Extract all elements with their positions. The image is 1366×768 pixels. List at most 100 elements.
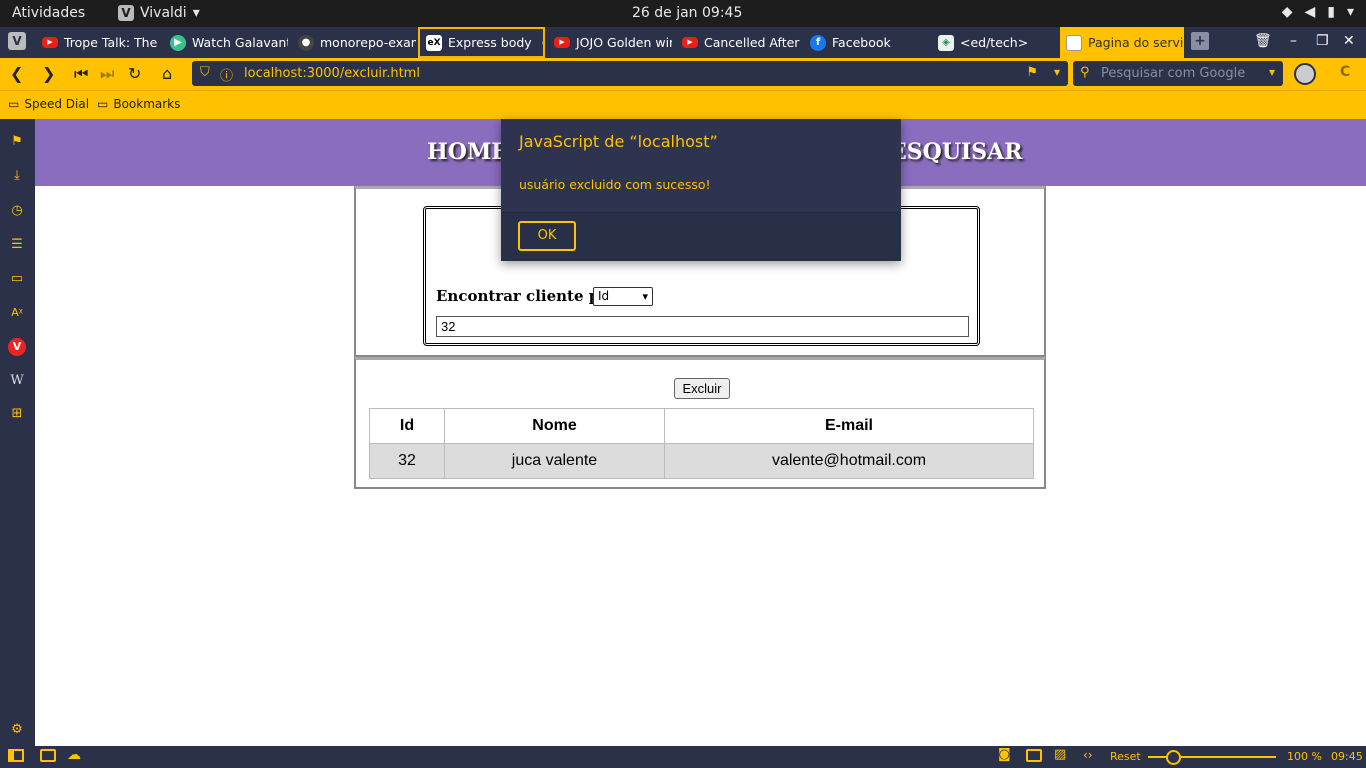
tab-facebook[interactable]: f Facebook	[804, 27, 928, 58]
tab-label: monorepo-examp	[320, 35, 416, 50]
bookmark-label: Bookmarks	[113, 97, 181, 111]
os-clock[interactable]: 26 de jan 09:45	[632, 5, 742, 21]
github-icon: ●	[298, 34, 314, 51]
url-field[interactable]: ⛉ ⓘ localhost:3000/excluir.html ⚑ ▾	[192, 61, 1068, 86]
dialog-footer: OK	[501, 212, 901, 261]
search-icon: ⚲	[1080, 65, 1090, 80]
zoom-slider-handle[interactable]	[1166, 750, 1181, 765]
wikipedia-icon[interactable]: W	[8, 372, 26, 390]
image-icon[interactable]: ▨	[1054, 747, 1066, 762]
bookmark-panel-icon[interactable]: ⚑	[8, 133, 26, 151]
tab-monorepo[interactable]: ● monorepo-examp	[292, 27, 416, 58]
forward-icon[interactable]: ❯	[42, 64, 55, 83]
zoom-reset-button[interactable]: Reset	[1110, 750, 1141, 763]
speed-dial-bookmark[interactable]: ▭ Speed Dial	[8, 97, 89, 111]
wifi-icon: ◆	[1281, 4, 1293, 20]
app-menu[interactable]: V Vivaldi ▾	[118, 5, 200, 21]
camera-icon[interactable]: ◙	[998, 747, 1011, 762]
download-icon[interactable]: ⤓	[8, 167, 26, 185]
volume-icon: ◀	[1304, 4, 1316, 20]
back-icon[interactable]: ❮	[10, 64, 23, 83]
activities-button[interactable]: Atividades	[12, 5, 85, 21]
find-value-input[interactable]: 32	[436, 316, 969, 337]
vivaldi-menu-icon[interactable]: V	[8, 32, 26, 50]
tab-trope-talk[interactable]: ▶ Trope Talk: The S	[36, 27, 160, 58]
nav-search-link[interactable]: ESQUISAR	[890, 139, 1023, 165]
shield-icon[interactable]: ⛉	[200, 65, 210, 80]
folder-icon: ▭	[97, 97, 109, 111]
tab-label: JOJO Golden win	[576, 35, 672, 50]
bookmark-icon[interactable]: ⚑	[1026, 65, 1038, 80]
cell-id: 32	[369, 443, 445, 479]
tab-jojo[interactable]: ▶ JOJO Golden win	[548, 27, 672, 58]
table-header-row: Id Nome E-mail	[369, 408, 1034, 444]
tab-galavant[interactable]: ▶ Watch Galavant -	[164, 27, 288, 58]
profile-avatar-icon[interactable]	[1294, 63, 1316, 85]
tab-pagina-servidor[interactable]: Pagina do servido	[1060, 27, 1184, 58]
tab-label: Facebook	[832, 35, 891, 50]
system-tray[interactable]: ◆ ◀ ▮ ▾	[1282, 4, 1354, 20]
alert-dialog: JavaScript de “localhost” usuário exclui…	[501, 119, 901, 261]
dialog-message: usuário excluido com sucesso!	[519, 177, 711, 192]
window-panel-icon[interactable]: ▭	[8, 270, 26, 288]
tab-label: Express body	[448, 35, 532, 50]
column-header-name: Nome	[444, 408, 665, 444]
panel-toggle-icon[interactable]	[8, 749, 24, 762]
side-panel: ⚑ ⤓ ◷ ☰ ▭ Aᵡ V W ⊞ ⚙	[0, 119, 35, 746]
notes-icon[interactable]: ☰	[8, 236, 26, 254]
bookmarks-folder[interactable]: ▭ Bookmarks	[97, 97, 180, 111]
delete-button[interactable]: Excluir	[674, 378, 730, 399]
tab-edtech[interactable]: ◈ <ed/tech>	[932, 27, 1056, 58]
vivaldi-panel-icon[interactable]: V	[8, 338, 26, 356]
cell-name: juca valente	[444, 443, 665, 479]
info-icon[interactable]: ⓘ	[220, 65, 233, 84]
url-path: :3000/excluir.html	[302, 66, 420, 81]
search-field[interactable]: ⚲ Pesquisar com Google ▾	[1073, 61, 1283, 86]
tab-label: Watch Galavant -	[192, 35, 288, 50]
page-icon	[1066, 34, 1082, 51]
tab-strip: V ▶ Trope Talk: The S ▶ Watch Galavant -…	[0, 27, 1366, 58]
chevron-down-icon[interactable]: ▾	[1054, 65, 1060, 79]
window-icon[interactable]	[1026, 749, 1042, 762]
tile-tabs-icon[interactable]	[40, 749, 56, 762]
status-bar: ☁ ◙ ▨ ‹› Reset 100 % 09:45	[0, 746, 1366, 768]
chevron-down-icon[interactable]: ▾	[1269, 65, 1275, 79]
new-tab-button[interactable]: +	[1191, 32, 1209, 50]
nav-home-link[interactable]: HOME	[427, 139, 508, 165]
address-bar: ❮ ❯ ⏮ ⏭ ↻ ⌂ ⛉ ⓘ localhost:3000/excluir.h…	[0, 58, 1366, 90]
youtube-icon: ▶	[42, 37, 58, 48]
trash-icon[interactable]: 🗑	[1254, 33, 1272, 49]
app-name: Vivaldi	[140, 5, 187, 21]
youtube-icon: ▶	[554, 37, 570, 48]
add-panel-icon[interactable]: ⊞	[8, 405, 26, 423]
vivaldi-icon: V	[118, 5, 134, 21]
history-icon[interactable]: ◷	[8, 202, 26, 220]
rewind-icon[interactable]: ⏮	[74, 64, 88, 84]
bookmarks-bar: ▭ Speed Dial ▭ Bookmarks	[0, 90, 1366, 119]
close-window-button[interactable]: ✕	[1343, 33, 1355, 49]
home-icon[interactable]: ⌂	[162, 64, 172, 83]
translate-icon[interactable]: Aᵡ	[8, 304, 26, 322]
clients-table: Id Nome E-mail 32 juca valente valente@h…	[369, 408, 1034, 479]
fast-forward-icon[interactable]: ⏭	[100, 64, 114, 84]
minimize-button[interactable]: –	[1290, 33, 1297, 49]
find-by-select[interactable]: Id ▾	[593, 287, 653, 306]
code-icon[interactable]: ‹›	[1083, 748, 1093, 762]
chevron-down-icon: ▾	[1346, 4, 1354, 20]
extension-icon[interactable]: C	[1340, 64, 1350, 80]
maximize-button[interactable]: ❐	[1316, 33, 1329, 49]
tab-cancelled[interactable]: ▶ Cancelled After	[676, 27, 800, 58]
tab-express[interactable]: eX Express body 6	[418, 27, 545, 58]
play-icon: ▶	[170, 34, 186, 51]
table-row: 32 juca valente valente@hotmail.com	[369, 443, 1034, 479]
tab-label: Pagina do servido	[1088, 35, 1184, 50]
column-header-id: Id	[369, 408, 445, 444]
results-panel: Excluir Id Nome E-mail 32 juca valente v…	[354, 357, 1046, 489]
os-top-bar: Atividades V Vivaldi ▾ 26 de jan 09:45 ◆…	[0, 0, 1366, 27]
settings-gear-icon[interactable]: ⚙	[8, 721, 26, 739]
cloud-sync-icon[interactable]: ☁	[67, 747, 81, 763]
bookmark-label: Speed Dial	[24, 97, 90, 111]
chevron-down-icon: ▾	[642, 290, 648, 303]
ok-button[interactable]: OK	[518, 221, 576, 251]
reload-icon[interactable]: ↻	[128, 64, 141, 83]
